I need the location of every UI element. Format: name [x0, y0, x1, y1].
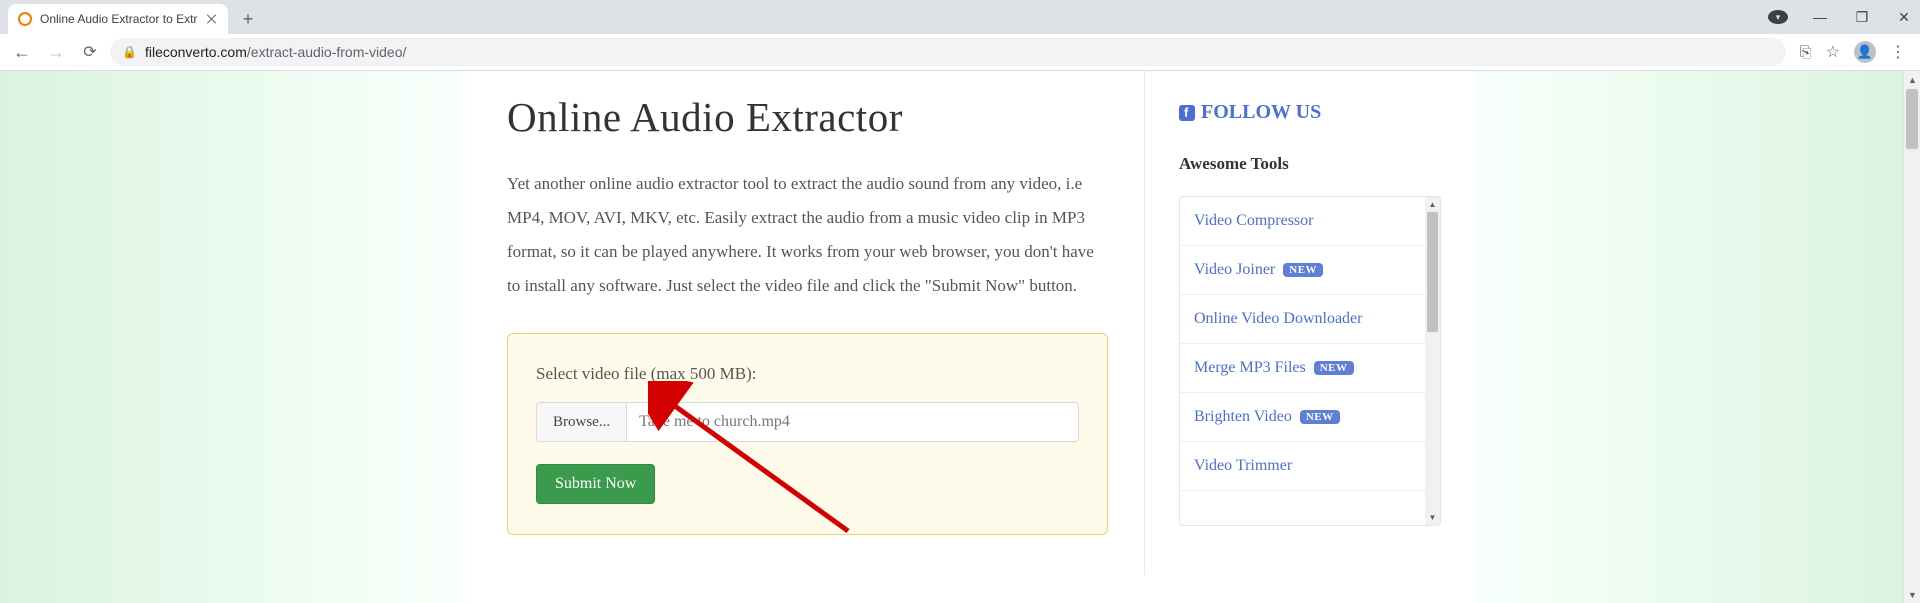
tool-link-label: Online Video Downloader: [1194, 310, 1362, 328]
content-card: Online Audio Extractor Yet another onlin…: [465, 71, 1475, 603]
page-scroll-down-icon[interactable]: ▼: [1904, 586, 1920, 603]
sidebar-column: FOLLOW US Awesome Tools Video Compressor…: [1145, 71, 1475, 575]
tool-link-label: Brighten Video: [1194, 408, 1292, 426]
profile-avatar-icon[interactable]: 👤: [1854, 41, 1876, 63]
tool-link[interactable]: Video Trimmer: [1180, 442, 1425, 491]
tool-link-label: Video Compressor: [1194, 212, 1313, 230]
tab-title: Online Audio Extractor to Extr: [40, 12, 200, 26]
tools-scroll-thumb[interactable]: [1427, 212, 1438, 332]
bookmark-star-icon[interactable]: ☆: [1826, 42, 1840, 62]
upload-box: Select video file (max 500 MB): Browse..…: [507, 333, 1108, 535]
close-tab-icon[interactable]: [206, 13, 218, 25]
tool-link[interactable]: Merge MP3 Files NEW: [1180, 344, 1425, 393]
tool-link-label: Video Trimmer: [1194, 457, 1292, 475]
page-title: Online Audio Extractor: [507, 93, 1108, 141]
close-window-icon[interactable]: ✕: [1894, 9, 1914, 26]
main-column: Online Audio Extractor Yet another onlin…: [465, 71, 1145, 575]
maximize-icon[interactable]: ❐: [1852, 9, 1872, 26]
reload-button[interactable]: ⟳: [76, 38, 104, 66]
window-controls: ▾ — ❐ ✕: [1768, 0, 1914, 34]
tool-link[interactable]: Video Joiner NEW: [1180, 246, 1425, 295]
page-viewport: Online Audio Extractor Yet another onlin…: [0, 71, 1920, 603]
tool-link[interactable]: Brighten Video NEW: [1180, 393, 1425, 442]
tools-list: Video Compressor Video Joiner NEW Online Vi…: [1179, 196, 1441, 526]
lock-icon: 🔒: [122, 45, 137, 59]
new-tab-button[interactable]: +: [234, 5, 262, 33]
minimize-icon[interactable]: —: [1810, 9, 1830, 25]
tab-favicon-icon: [18, 12, 32, 26]
browser-titlebar: Online Audio Extractor to Extr + ▾ — ❐ ✕: [0, 0, 1920, 34]
page-scroll-thumb[interactable]: [1906, 89, 1918, 149]
tool-link[interactable]: Video Compressor: [1180, 197, 1425, 246]
awesome-tools-header: Awesome Tools: [1179, 154, 1441, 174]
page-scroll-up-icon[interactable]: ▲: [1904, 71, 1920, 88]
file-row: Browse... Take me to church.mp4: [536, 402, 1079, 442]
tool-link-label: Merge MP3 Files: [1194, 359, 1306, 377]
follow-us-link[interactable]: FOLLOW US: [1179, 101, 1441, 124]
new-badge: NEW: [1314, 361, 1354, 375]
browser-toolbar: ← → ⟳ 🔒 fileconverto.com/extract-audio-f…: [0, 34, 1920, 71]
tools-scrollbar[interactable]: ▲ ▼: [1425, 197, 1440, 525]
translate-icon[interactable]: ⎘: [1800, 44, 1812, 61]
page-scrollbar[interactable]: ▲ ▼: [1903, 71, 1920, 603]
menu-kebab-icon[interactable]: ⋮: [1890, 42, 1906, 62]
tool-link-label: Video Joiner: [1194, 261, 1275, 279]
tool-link[interactable]: Online Video Downloader: [1180, 295, 1425, 344]
back-button[interactable]: ←: [8, 38, 36, 66]
forward-button[interactable]: →: [42, 38, 70, 66]
new-badge: NEW: [1300, 410, 1340, 424]
scroll-down-icon[interactable]: ▼: [1425, 510, 1440, 525]
url-host: fileconverto.com: [145, 44, 247, 60]
profile-badge-icon[interactable]: ▾: [1768, 10, 1788, 24]
submit-button[interactable]: Submit Now: [536, 464, 655, 504]
upload-label: Select video file (max 500 MB):: [536, 364, 1079, 384]
browser-tab[interactable]: Online Audio Extractor to Extr: [8, 4, 228, 34]
url-path: /extract-audio-from-video/: [247, 44, 407, 60]
scroll-up-icon[interactable]: ▲: [1425, 197, 1440, 212]
file-name-field[interactable]: Take me to church.mp4: [626, 402, 1079, 442]
page-lead: Yet another online audio extractor tool …: [507, 167, 1108, 303]
facebook-icon: [1179, 105, 1195, 121]
new-badge: NEW: [1283, 263, 1323, 277]
follow-us-label: FOLLOW US: [1201, 101, 1321, 124]
address-bar[interactable]: 🔒 fileconverto.com/extract-audio-from-vi…: [110, 38, 1786, 66]
browse-button[interactable]: Browse...: [536, 402, 626, 442]
